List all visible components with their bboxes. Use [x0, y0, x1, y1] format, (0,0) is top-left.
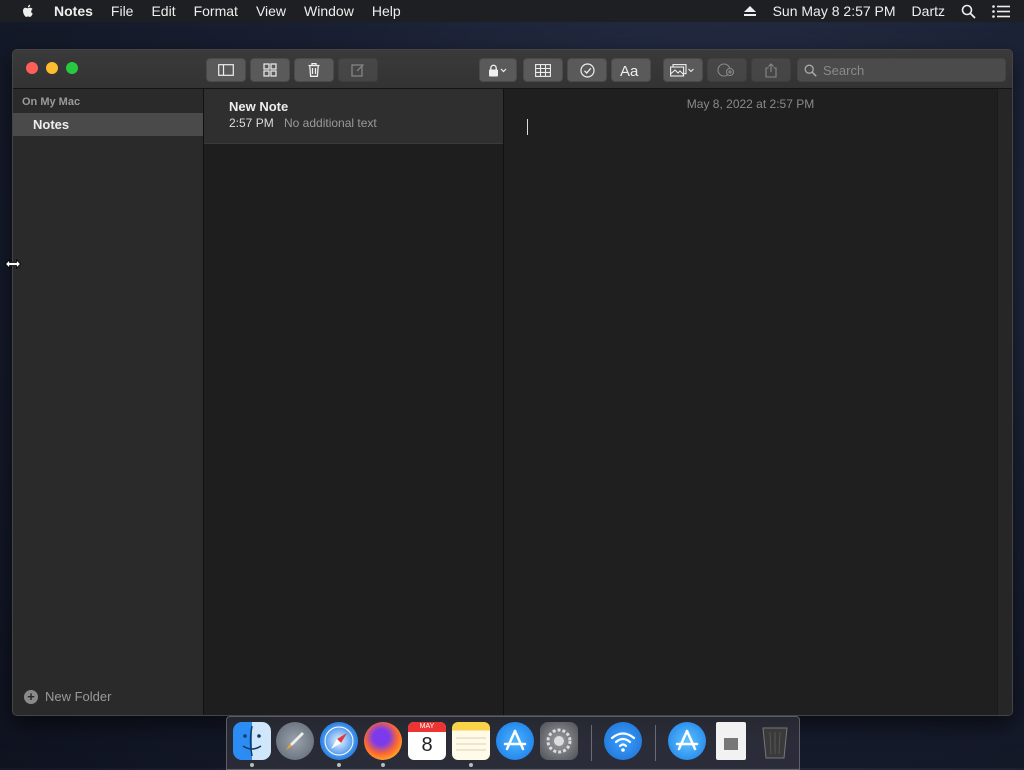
- text-format-icon: Aa: [620, 63, 639, 77]
- maximize-window-button[interactable]: [66, 62, 78, 74]
- search-icon: [804, 64, 817, 77]
- menu-file[interactable]: File: [111, 3, 134, 19]
- calendar-month: MAY: [408, 722, 446, 732]
- dock: MAY 8: [226, 716, 800, 770]
- dock-running-indicator: [337, 763, 341, 767]
- toggle-sidebar-button[interactable]: [206, 58, 246, 82]
- search-input[interactable]: [821, 61, 995, 79]
- menu-format[interactable]: Format: [194, 3, 238, 19]
- table-icon: [535, 63, 551, 77]
- list-item[interactable]: New Note 2:57 PM No additional text: [204, 89, 503, 144]
- menu-app-notes[interactable]: Notes: [54, 3, 93, 19]
- dock-running-indicator: [381, 763, 385, 767]
- add-people-icon: [717, 63, 735, 77]
- dock-notes-icon[interactable]: [452, 722, 490, 760]
- checkmark-circle-icon: [579, 62, 595, 78]
- minimize-window-button[interactable]: [46, 62, 58, 74]
- note-time: 2:57 PM: [229, 116, 274, 130]
- gallery-view-button[interactable]: [250, 58, 290, 82]
- notification-center-icon[interactable]: [992, 4, 1010, 18]
- menu-view[interactable]: View: [256, 3, 286, 19]
- menu-help[interactable]: Help: [372, 3, 401, 19]
- grid-icon: [263, 63, 277, 77]
- share-icon: [765, 62, 777, 78]
- dock-app-store-icon[interactable]: [496, 722, 534, 760]
- lock-note-button[interactable]: [479, 58, 517, 82]
- sidebar-folder-notes[interactable]: Notes: [13, 113, 203, 136]
- dock-separator: [591, 725, 592, 761]
- editor-scrollbar[interactable]: [997, 89, 1012, 715]
- dock-calendar-icon[interactable]: MAY 8: [408, 722, 446, 760]
- resize-cursor-icon: [5, 259, 21, 269]
- dock-firefox-icon[interactable]: [364, 722, 402, 760]
- dock-running-indicator: [469, 763, 473, 767]
- new-folder-label: New Folder: [45, 689, 112, 704]
- add-people-button[interactable]: [707, 58, 747, 82]
- folder-label: Notes: [33, 117, 70, 132]
- menu-clock[interactable]: Sun May 8 2:57 PM: [773, 3, 896, 19]
- dock-running-indicator: [250, 763, 254, 767]
- menu-bar: Notes File Edit Format View Window Help …: [0, 0, 1024, 22]
- dock-document-icon[interactable]: [716, 722, 746, 760]
- note-title: New Note: [229, 99, 289, 114]
- dock-system-preferences-icon[interactable]: [540, 722, 578, 760]
- search-field[interactable]: [797, 58, 1006, 82]
- dock-trash-icon[interactable]: [756, 722, 794, 760]
- close-window-button[interactable]: [26, 62, 38, 74]
- new-folder-button[interactable]: + New Folder: [24, 689, 111, 704]
- note-list: New Note 2:57 PM No additional text: [204, 89, 504, 715]
- dock-finder-icon[interactable]: [233, 722, 271, 760]
- lock-icon: [489, 64, 507, 76]
- dock-launchpad-icon[interactable]: [276, 722, 314, 760]
- insert-media-button[interactable]: [663, 58, 703, 82]
- dock-separator: [655, 725, 656, 761]
- dock-safari-icon[interactable]: [320, 722, 358, 760]
- delete-note-button[interactable]: [294, 58, 334, 82]
- checklist-button[interactable]: [567, 58, 607, 82]
- note-date: May 8, 2022 at 2:57 PM: [686, 97, 815, 111]
- folders-sidebar: On My Mac Notes + New Folder: [13, 89, 204, 715]
- title-bar: Aa: [13, 50, 1012, 89]
- menu-window[interactable]: Window: [304, 3, 354, 19]
- spotlight-search-icon[interactable]: [961, 4, 976, 19]
- menu-edit[interactable]: Edit: [151, 3, 175, 19]
- plus-circle-icon: +: [24, 689, 38, 704]
- text-format-button[interactable]: Aa: [611, 58, 651, 82]
- calendar-day: 8: [421, 734, 433, 756]
- note-preview: No additional text: [284, 116, 377, 130]
- text-caret: [527, 119, 528, 135]
- note-editor[interactable]: May 8, 2022 at 2:57 PM: [504, 89, 997, 715]
- menu-user[interactable]: Dartz: [912, 3, 945, 19]
- sidebar-icon: [218, 64, 234, 76]
- photo-icon: [670, 63, 694, 77]
- dock-wifi-icon[interactable]: [604, 722, 642, 760]
- svg-text:Aa: Aa: [620, 63, 639, 77]
- share-button[interactable]: [751, 58, 791, 82]
- dock-applications-folder-icon[interactable]: [668, 722, 706, 760]
- compose-icon: [351, 64, 364, 77]
- trash-icon: [308, 63, 320, 77]
- eject-icon[interactable]: [743, 5, 757, 17]
- notes-window: Aa On My Mac Notes + New Folder New Note: [12, 49, 1013, 716]
- compose-note-button[interactable]: [338, 58, 378, 82]
- insert-table-button[interactable]: [523, 58, 563, 82]
- sidebar-section-on-my-mac: On My Mac: [22, 96, 81, 108]
- apple-menu-icon[interactable]: [20, 3, 36, 19]
